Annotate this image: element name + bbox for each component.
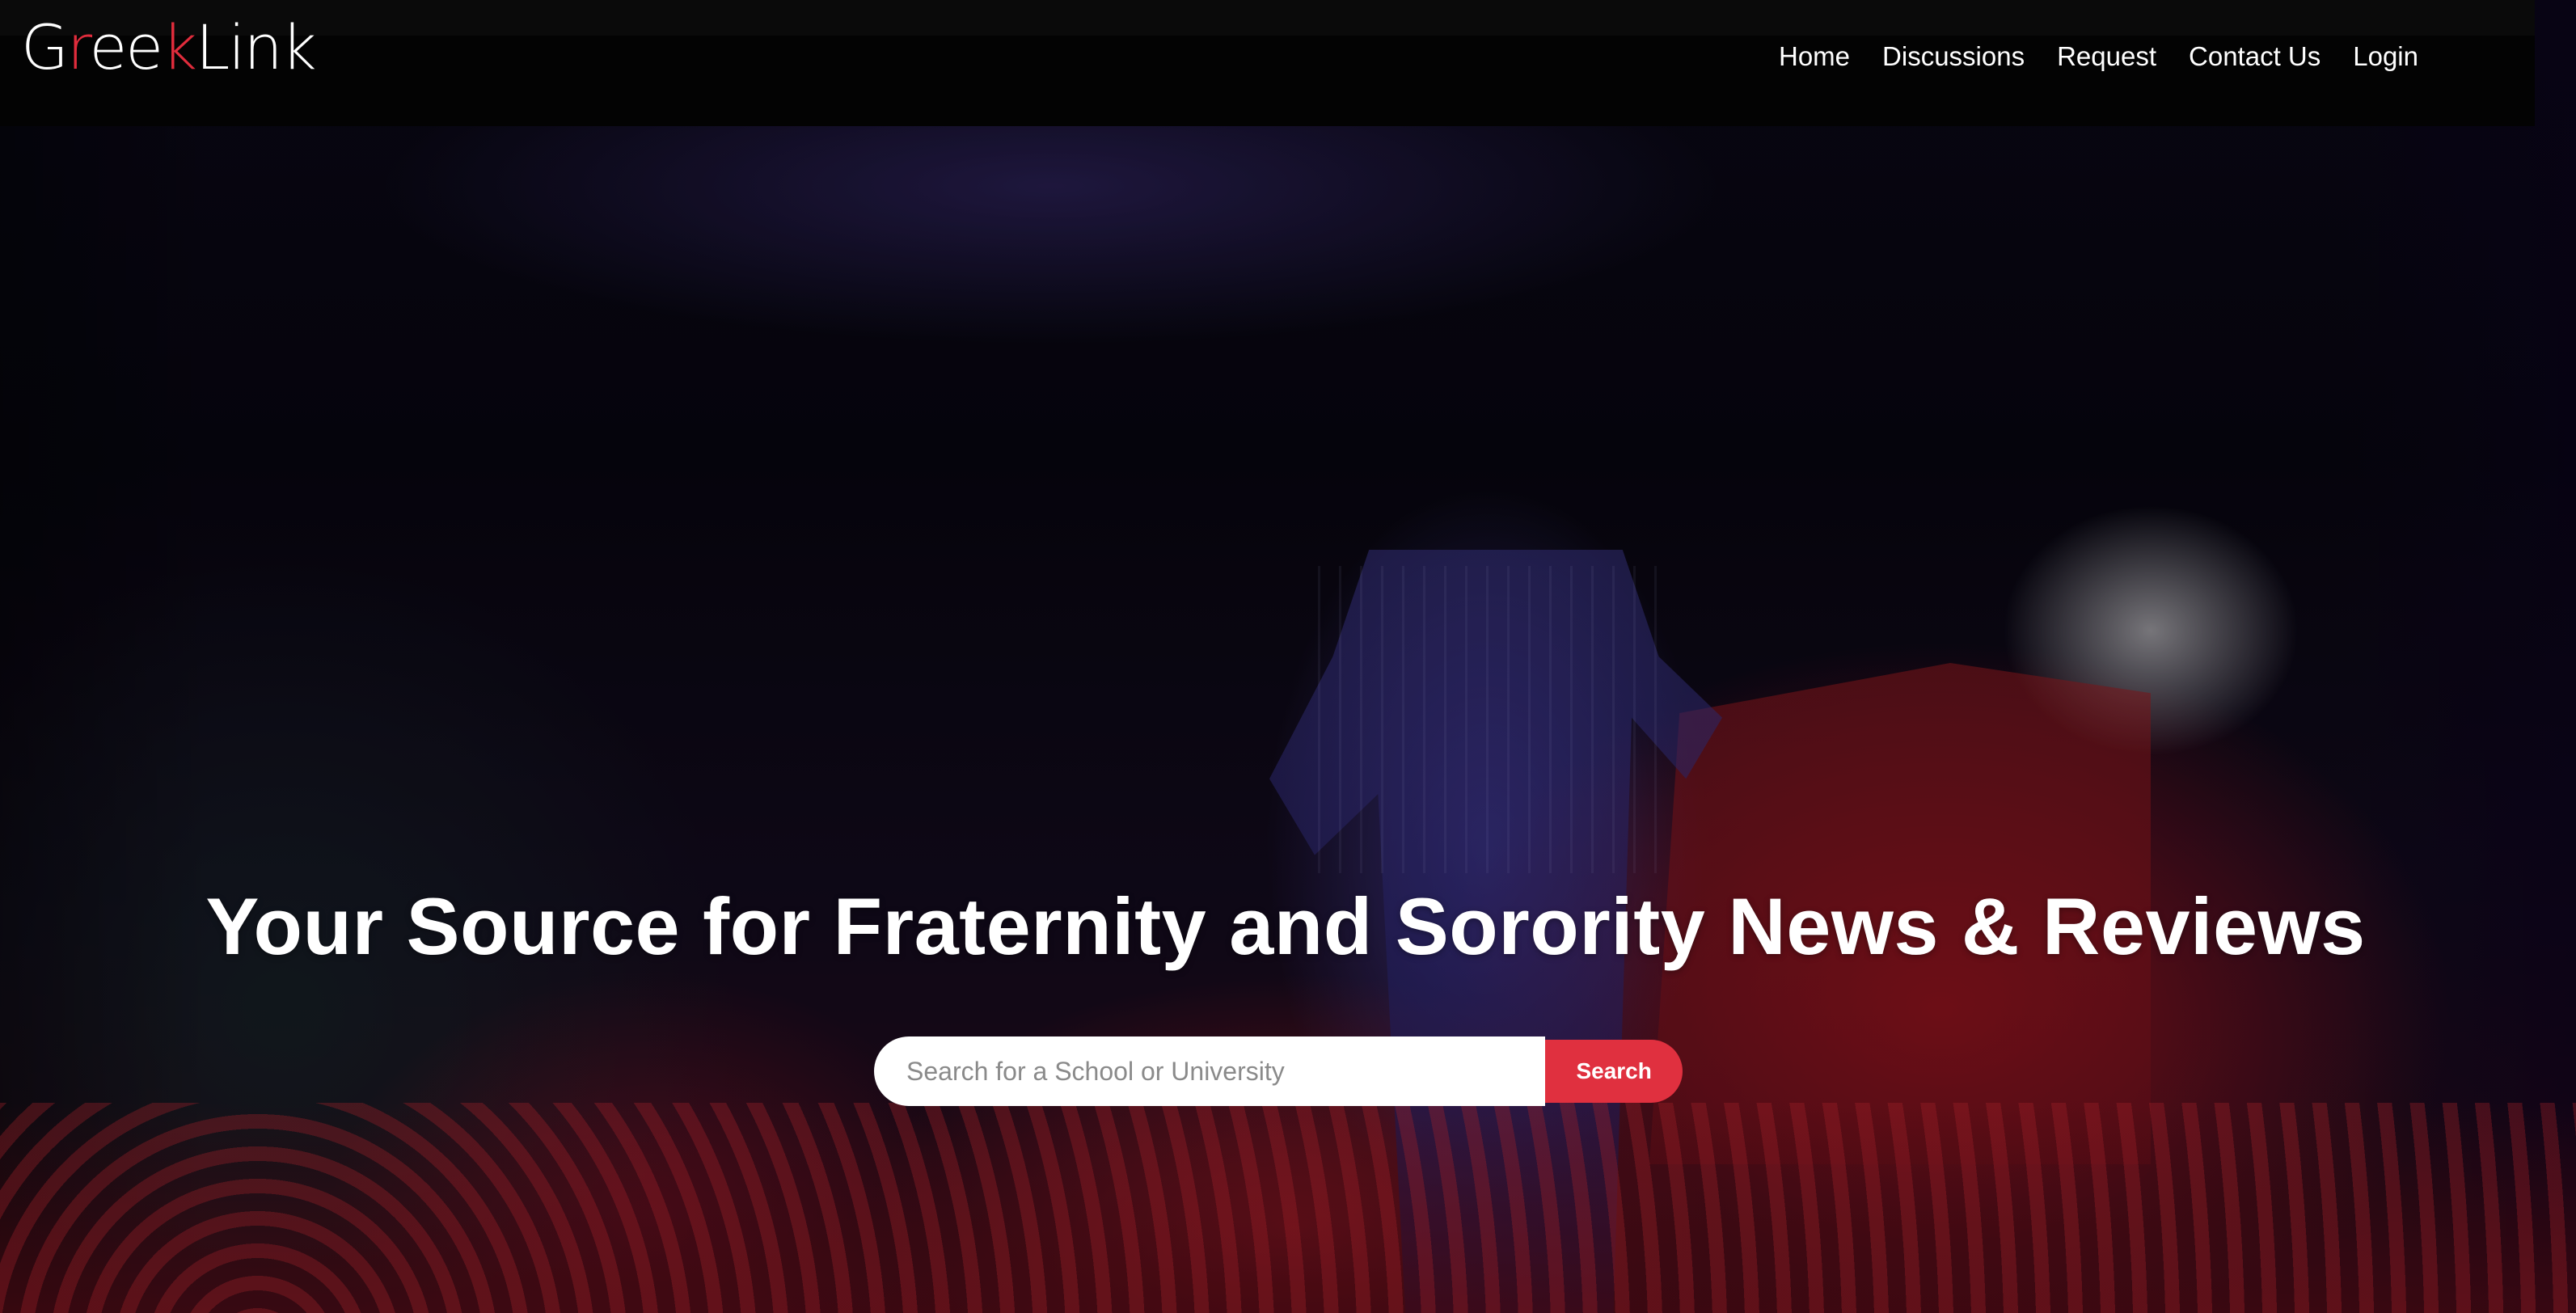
nav-contact-us-link[interactable]: Contact Us [2189,37,2321,76]
landing-page: GreekLink Home Discussions Request Conta… [0,0,2576,1313]
greeklink-logo[interactable]: GreekLink [21,10,317,86]
nav-login-link[interactable]: Login [2353,37,2418,76]
nav-home-link[interactable]: Home [1779,37,1850,76]
search-button[interactable]: Search [1545,1040,1683,1103]
school-search-input[interactable] [874,1036,1546,1106]
logo-part: r [66,11,91,83]
school-search-form: Search [874,1036,1683,1106]
logo-part: ee [89,11,163,83]
nav-discussions-link[interactable]: Discussions [1882,37,2025,76]
hero-background-image [0,0,2576,1313]
nav-request-link[interactable]: Request [2057,37,2156,76]
logo-part: G [21,11,69,83]
main-nav: Home Discussions Request Contact Us Logi… [1779,37,2418,76]
logo-part: k [162,11,197,83]
hero-title: Your Source for Fraternity and Sorority … [205,881,2366,971]
site-header: GreekLink Home Discussions Request Conta… [0,0,2535,126]
logo-part: Link [196,11,317,83]
